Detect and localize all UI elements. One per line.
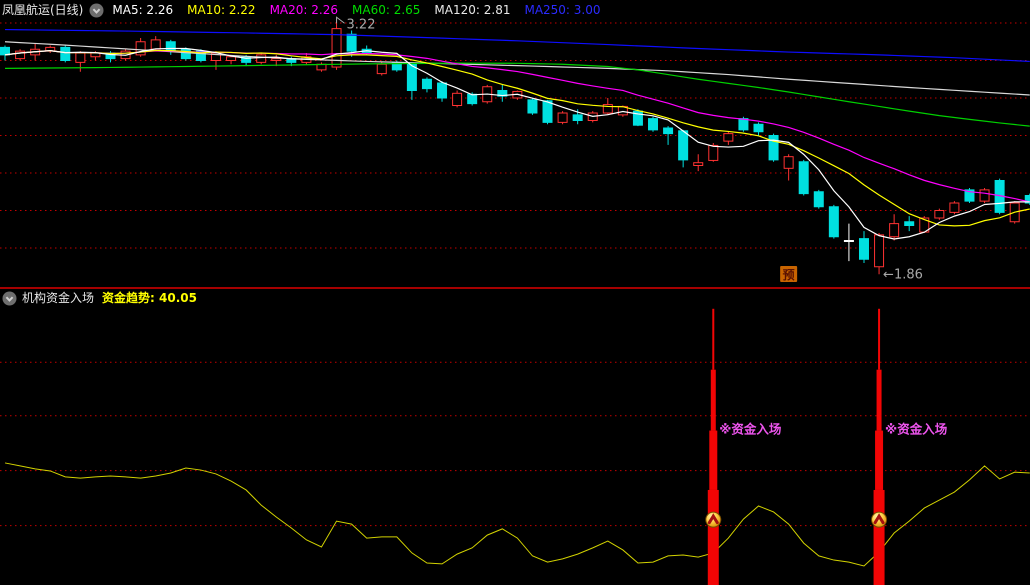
- candle-down: [858, 238, 869, 260]
- candle-down: [421, 78, 432, 90]
- sub-chart-header: 机构资金入场 资金趋势: 40.05: [2, 290, 197, 306]
- signal-bar-segment: [878, 308, 881, 370]
- candle-down: [768, 135, 779, 161]
- candle-down: [904, 221, 915, 226]
- candle-down: [813, 191, 824, 208]
- candle-down: [798, 161, 809, 195]
- candle-down: [406, 63, 417, 91]
- candle-up: [723, 133, 734, 142]
- fund-indicator-chart: ※资金入场 ※资金入场: [0, 308, 1030, 585]
- candle-up: [708, 144, 719, 161]
- candle-up: [889, 223, 900, 238]
- signal-bar-segment: [709, 430, 718, 490]
- collapse-sub-chart-icon[interactable]: [2, 291, 17, 306]
- signal-bar-segment: [875, 430, 884, 490]
- candle-down: [165, 41, 176, 52]
- candle-up: [693, 162, 704, 166]
- signal-label: ※资金入场: [885, 422, 947, 437]
- indicator-value-name: 资金趋势:: [102, 290, 155, 305]
- alert-flag-text: 预: [783, 268, 795, 282]
- ma120-label: MA120: 2.81: [434, 2, 511, 17]
- candle-up: [75, 52, 86, 63]
- ma10-label: MA10: 2.22: [187, 2, 256, 17]
- candles: [0, 19, 1030, 275]
- signal-bar-segment: [876, 369, 882, 431]
- candle-up: [557, 112, 568, 123]
- signal-bar-segment: [712, 308, 715, 370]
- candle-up: [256, 54, 267, 63]
- candle-doji: [843, 240, 854, 242]
- candle-up: [874, 234, 885, 268]
- candle-up: [934, 210, 945, 219]
- fund-entry-signal: ※资金入场: [705, 308, 781, 585]
- indicator-title: 机构资金入场: [22, 290, 95, 305]
- candle-up: [226, 56, 237, 61]
- candle-down: [0, 46, 10, 56]
- candle-down: [437, 82, 448, 99]
- candle-down: [828, 206, 839, 238]
- candle-up: [271, 58, 282, 61]
- candle-down: [753, 123, 764, 133]
- ma20-label: MA20: 2.26: [269, 2, 338, 17]
- ma250-label: MA250: 3.00: [524, 2, 601, 17]
- fund-entry-signal: ※资金入场: [871, 308, 947, 585]
- candle-down: [738, 118, 749, 131]
- signal-bar-segment: [707, 489, 719, 585]
- candle-down: [527, 99, 538, 114]
- ma60-label: MA60: 2.65: [352, 2, 421, 17]
- collapse-main-chart-icon[interactable]: [89, 3, 104, 18]
- candle-up: [376, 63, 387, 75]
- candle-up: [979, 189, 990, 202]
- candle-up: [150, 39, 161, 50]
- candle-down: [663, 127, 674, 135]
- ma20-line: [4, 50, 1030, 203]
- stock-title: 凤凰航运(日线): [2, 2, 84, 17]
- signal-bar-segment: [710, 369, 716, 431]
- candle-down: [60, 46, 71, 61]
- indicator-value-label: 资金趋势: 40.05: [102, 291, 197, 306]
- candle-down: [346, 33, 357, 52]
- high-annotation-label: 3.22: [347, 17, 376, 32]
- signal-label: ※资金入场: [719, 422, 781, 437]
- ma5-label: MA5: 2.26: [112, 2, 174, 17]
- candle-down: [572, 114, 583, 121]
- main-price-chart: 3.22 ←1.86 预: [0, 16, 1030, 282]
- high-annotation-arrow: [336, 16, 345, 24]
- candle-up: [452, 92, 463, 106]
- candle-down: [180, 48, 191, 60]
- app-window: 3.22 ←1.86 预 ※资金入场 ※资金入场 凤凰航运(日线) MA5: 2.26 …: [0, 0, 1030, 585]
- candle-up: [949, 202, 960, 213]
- ma10-line: [4, 49, 1030, 227]
- candle-down: [678, 130, 689, 161]
- signal-bar-segment: [873, 489, 885, 585]
- candle-down: [648, 118, 659, 131]
- indicator-value: 40.05: [159, 290, 197, 305]
- candle-up: [783, 156, 794, 169]
- candle-down: [467, 93, 478, 105]
- candle-up: [135, 41, 146, 56]
- main-chart-header: 凤凰航运(日线) MA5: 2.26 MA10: 2.22 MA20: 2.26…: [2, 2, 615, 18]
- low-annotation-label: ←1.86: [883, 267, 923, 282]
- candle-down: [542, 100, 553, 123]
